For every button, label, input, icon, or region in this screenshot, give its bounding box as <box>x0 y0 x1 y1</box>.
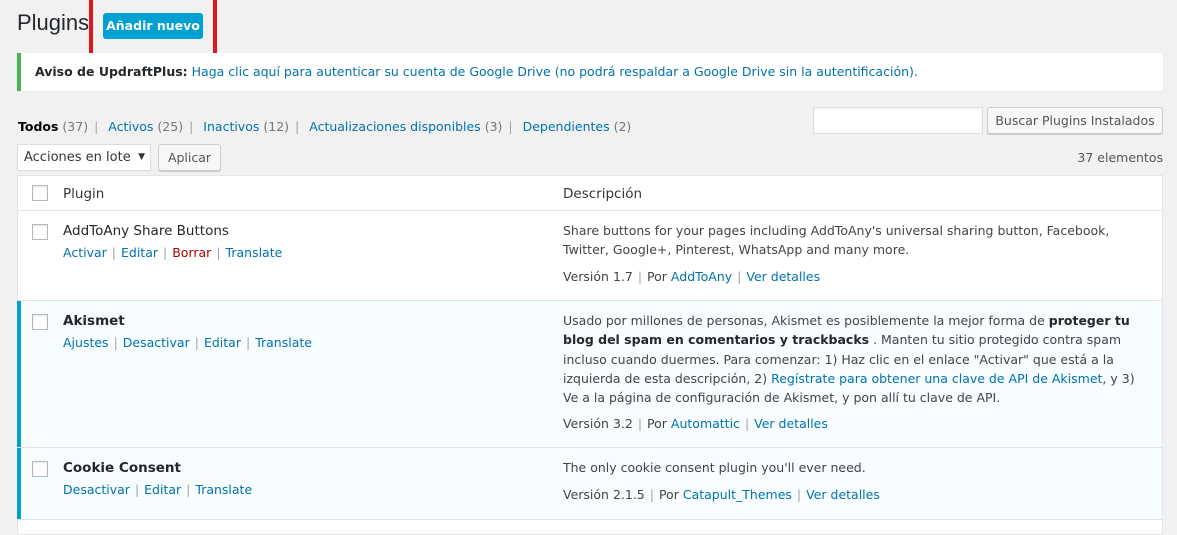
filter-inactive-count: (12) <box>263 119 290 134</box>
edit-link[interactable]: Editar <box>144 482 181 497</box>
filter-separator: | <box>508 119 513 134</box>
notice-auth-link[interactable]: Haga clic aquí para autenticar su cuenta… <box>192 64 918 79</box>
plugin-version: Versión 3.2 <box>563 416 633 431</box>
plugin-name: AddToAny Share Buttons <box>63 223 229 239</box>
plugin-meta: Versión 3.2 | Por Automattic | Ver detalles <box>563 416 828 431</box>
row-actions: Desactivar | Editar | Translate <box>63 482 252 497</box>
column-header-plugin: Plugin <box>63 186 105 202</box>
filter-active[interactable]: Activos <box>108 119 153 134</box>
filter-all-count: (37) <box>62 119 89 134</box>
translate-link[interactable]: Translate <box>255 335 312 350</box>
action-separator: | <box>216 245 221 260</box>
plugin-description: Usado por millones de personas, Akismet … <box>563 311 1153 407</box>
search-plugins-button[interactable]: Buscar Plugins Instalados <box>987 107 1163 134</box>
meta-separator: | <box>637 416 643 431</box>
plugin-meta: Versión 1.7 | Por AddToAny | Ver detalles <box>563 269 820 284</box>
view-details-link[interactable]: Ver detalles <box>806 487 880 502</box>
action-separator: | <box>194 335 199 350</box>
action-separator: | <box>111 245 116 260</box>
row-checkbox[interactable] <box>32 314 48 330</box>
description-text: Usado por millones de personas, Akismet … <box>563 313 1049 328</box>
bulk-actions-select[interactable]: Acciones en lote ▼ <box>17 144 151 171</box>
by-label: Por <box>647 269 667 284</box>
meta-separator: | <box>637 269 643 284</box>
view-details-link[interactable]: Ver detalles <box>754 416 828 431</box>
plugin-description: Share buttons for your pages including A… <box>563 223 1110 258</box>
table-row: AddToAny Share Buttons Activar | Editar | Bo… <box>18 211 1162 301</box>
row-actions: Activar | Editar | Borrar | Translate <box>63 245 282 260</box>
author-link[interactable]: Automattic <box>671 416 740 431</box>
edit-link[interactable]: Editar <box>121 245 158 260</box>
filter-dependents[interactable]: Dependientes <box>523 119 610 134</box>
meta-separator: | <box>649 487 654 502</box>
chevron-down-icon: ▼ <box>138 152 145 162</box>
by-label: Por <box>647 416 667 431</box>
translate-link[interactable]: Translate <box>195 482 252 497</box>
action-separator: | <box>113 335 118 350</box>
apply-bulk-button[interactable]: Aplicar <box>158 144 221 171</box>
row-checkbox[interactable] <box>32 461 48 477</box>
items-count: 37 elementos <box>1077 150 1163 165</box>
plugins-table: Plugin Descripción AddToAny Share Button… <box>17 175 1163 535</box>
plugin-version: Versión 1.7 <box>563 269 633 284</box>
plugin-status-filters: Todos (37) | Activos (25) | Inactivos (12)… <box>18 119 631 134</box>
filter-inactive[interactable]: Inactivos <box>203 119 259 134</box>
table-row: Akismet Ajustes | Desactivar | Editar | Transl… <box>17 301 1162 448</box>
bulk-actions-selected: Acciones en lote <box>24 150 131 165</box>
deactivate-link[interactable]: Desactivar <box>63 482 130 497</box>
akismet-api-key-link[interactable]: Regístrate para obtener una clave de API… <box>771 371 1102 386</box>
edit-link[interactable]: Editar <box>204 335 241 350</box>
row-actions: Ajustes | Desactivar | Editar | Translate <box>63 335 312 350</box>
filter-separator: | <box>189 119 194 134</box>
filter-dependents-count: (2) <box>613 119 632 134</box>
action-separator: | <box>134 482 140 497</box>
plugin-name: Cookie Consent <box>63 460 181 476</box>
filter-updates-count: (3) <box>484 119 503 134</box>
activate-link[interactable]: Activar <box>63 245 107 260</box>
filter-all[interactable]: Todos <box>18 119 58 134</box>
meta-separator: | <box>796 487 802 502</box>
plugin-meta: Versión 2.1.5 | Por Catapult_Themes | Ver de… <box>563 487 880 502</box>
translate-link[interactable]: Translate <box>226 245 283 260</box>
row-checkbox[interactable] <box>32 224 48 240</box>
plugin-description: The only cookie consent plugin you'll ev… <box>563 460 866 475</box>
meta-separator: | <box>737 269 742 284</box>
plugin-search-input[interactable] <box>813 107 983 134</box>
select-all-checkbox[interactable] <box>32 185 48 201</box>
view-details-link[interactable]: Ver detalles <box>746 269 820 284</box>
author-link[interactable]: AddToAny <box>671 269 732 284</box>
page-title: Plugins <box>17 10 90 35</box>
action-separator: | <box>186 482 191 497</box>
deactivate-link[interactable]: Desactivar <box>123 335 190 350</box>
filter-updates[interactable]: Actualizaciones disponibles <box>309 119 480 134</box>
table-row: Cookie Consent Desactivar | Editar | Transla… <box>17 448 1162 520</box>
delete-link[interactable]: Borrar <box>172 245 211 260</box>
filter-active-count: (25) <box>157 119 184 134</box>
filter-separator: | <box>295 119 300 134</box>
meta-separator: | <box>744 416 750 431</box>
notice-prefix: Aviso de UpdraftPlus: <box>35 64 188 79</box>
filter-separator: | <box>94 119 99 134</box>
by-label: Por <box>658 487 679 502</box>
author-link[interactable]: Catapult_Themes <box>683 487 792 502</box>
plugin-version: Versión 2.1.5 <box>563 487 645 502</box>
plugin-name: Akismet <box>63 313 125 329</box>
highlight-annotation-box <box>89 0 217 60</box>
column-header-description: Descripción <box>563 186 643 202</box>
settings-link[interactable]: Ajustes <box>63 335 109 350</box>
table-header: Plugin Descripción <box>18 176 1162 211</box>
action-separator: | <box>163 245 168 260</box>
action-separator: | <box>245 335 251 350</box>
updraftplus-notice: Aviso de UpdraftPlus: Haga clic aquí par… <box>17 53 1163 91</box>
